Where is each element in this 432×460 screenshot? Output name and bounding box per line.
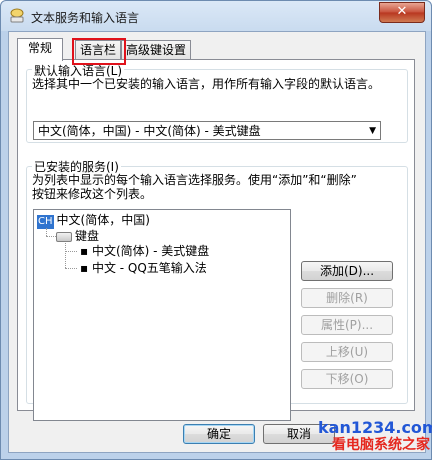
title-bar[interactable]: 文本服务和输入语言 ✕ [1,1,431,31]
tree-connector [46,236,56,237]
site-watermark: kan1234.com 看电脑系统之家 [318,418,432,454]
tree-item-service-label: 中文(简体) - 美式键盘 [91,244,210,258]
bullet-icon: ▪ [80,261,92,275]
dialog-window: 文本服务和输入语言 ✕ 常规 语言栏 高级键设置 默认输入语言(L) 选择其中一… [0,0,432,460]
tab-general[interactable]: 常规 [17,38,63,61]
tree-item-keyboard[interactable]: 键盘 [56,229,99,244]
tree-connector [46,228,47,236]
dialog-client-area: 常规 语言栏 高级键设置 默认输入语言(L) 选择其中一个已安装的输入语言，用作… [8,31,426,453]
remove-button[interactable]: 删除(R) [301,288,393,308]
tree-connector [65,243,66,268]
installed-services-description-2: 按钮来修改这个列表。 [32,187,153,201]
add-button[interactable]: 添加(D)... [301,261,393,281]
chevron-down-icon: ▼ [369,126,376,136]
tree-connector [65,251,77,252]
installed-services-tree[interactable]: CH 中文(简体，中国) 键盘 ▪ 中文(简体) - 美式键盘 ▪ 中文 - QQ… [33,209,291,421]
tree-item-language-label: 中文(简体，中国) [56,213,150,227]
watermark-url: kan1234.com [318,418,432,437]
tree-item-keyboard-label: 键盘 [75,229,100,243]
tab-advanced-key-settings[interactable]: 高级键设置 [121,40,191,60]
dropdown-selected-value: 中文(简体，中国) - 中文(简体) - 美式键盘 [38,124,261,138]
tree-item-service[interactable]: ▪ 中文 - QQ五笔输入法 [80,261,207,276]
installed-services-description-1: 为列表中显示的每个输入语言选择服务。使用“添加”和“删除” [32,173,357,187]
tree-item-language[interactable]: CH 中文(简体，中国) [37,213,150,229]
bullet-icon: ▪ [80,244,92,258]
ok-button[interactable]: 确定 [183,424,255,444]
tree-connector [65,268,77,269]
close-button[interactable]: ✕ [379,2,425,23]
move-up-button[interactable]: 上移(U) [301,342,393,362]
default-language-dropdown[interactable]: 中文(简体，中国) - 中文(简体) - 美式键盘 ▼ [33,121,381,140]
default-language-description: 选择其中一个已安装的输入语言，用作所有输入字段的默认语言。 [32,77,381,91]
highlight-box [72,38,126,65]
move-down-button[interactable]: 下移(O) [301,369,393,389]
tree-item-service[interactable]: ▪ 中文(简体) - 美式键盘 [80,244,209,259]
keyboard-icon [56,231,72,242]
watermark-site-name: 看电脑系统之家 [332,437,430,453]
window-title: 文本服务和输入语言 [31,11,140,25]
language-badge-icon: CH [37,215,54,229]
properties-button[interactable]: 属性(P)... [301,315,393,335]
keyboard-globe-icon [10,8,24,23]
tree-item-service-label: 中文 - QQ五笔输入法 [91,261,207,275]
close-icon: ✕ [396,4,408,19]
